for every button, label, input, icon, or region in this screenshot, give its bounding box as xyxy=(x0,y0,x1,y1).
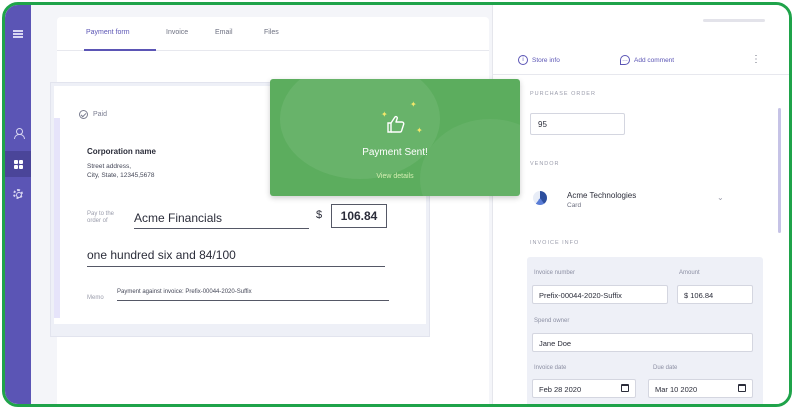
vendor-logo-icon xyxy=(533,191,547,205)
panel-scrollbar[interactable] xyxy=(778,108,781,233)
purchase-order-label: PURCHASE ORDER xyxy=(530,91,596,97)
payment-sent-toast: ✦ ✦ ✦ Payment Sent! View details xyxy=(270,79,520,196)
thumbs-up-icon xyxy=(387,115,405,133)
menu-icon xyxy=(13,30,23,38)
spend-owner-field[interactable]: Jane Doe xyxy=(532,333,753,352)
calendar-icon[interactable] xyxy=(738,384,746,392)
invoice-info-label: INVOICE INFO xyxy=(530,240,580,246)
vendor-payment-method: Card xyxy=(567,202,582,209)
invoice-date-field[interactable]: Feb 28 2020 xyxy=(532,379,636,398)
payee-name: Acme Financials xyxy=(134,211,309,229)
amount-label: Amount xyxy=(679,270,700,276)
tab-email[interactable]: Email xyxy=(215,29,233,36)
panel-top-button[interactable] xyxy=(703,19,765,22)
address-line-2: City, State, 12345,5678 xyxy=(87,172,155,179)
menu-button[interactable] xyxy=(5,21,31,47)
purchase-order-input[interactable]: 95 xyxy=(530,113,625,135)
panel-actions: i Store info … Add comment ⋮ xyxy=(493,50,789,70)
panel-divider xyxy=(493,74,789,75)
active-tab-indicator xyxy=(84,49,156,51)
invoice-number-label: Invoice number xyxy=(534,270,576,276)
gear-icon xyxy=(13,189,23,199)
check-amount: 106.84 xyxy=(331,204,387,228)
chevron-down-icon: ⌄ xyxy=(717,193,724,202)
settings-nav-button[interactable] xyxy=(5,181,31,207)
corporation-address: Street address, City, State, 12345,5678 xyxy=(87,162,227,180)
corporation-name: Corporation name xyxy=(87,147,156,156)
status-text: Paid xyxy=(93,111,108,118)
more-options-icon[interactable]: ⋮ xyxy=(751,54,761,65)
memo-text: Payment against invoice: Prefix-00044-20… xyxy=(117,289,389,301)
vendor-select[interactable]: Acme Technologies Card ⌄ xyxy=(523,184,753,214)
users-nav-button[interactable] xyxy=(5,120,31,146)
view-details-link[interactable]: View details xyxy=(270,173,520,180)
dashboard-nav-button[interactable] xyxy=(5,151,31,177)
address-line-1: Street address, xyxy=(87,163,132,170)
invoice-number-field[interactable]: Prefix-00044-2020-Suffix xyxy=(532,285,668,304)
info-icon: i xyxy=(518,55,528,65)
tab-payment-form[interactable]: Payment form xyxy=(86,29,130,36)
due-date-value: Mar 10 2020 xyxy=(655,385,698,394)
vendor-label: VENDOR xyxy=(530,161,560,167)
tab-bar: Payment form Invoice Email Files xyxy=(57,17,489,51)
toast-title: Payment Sent! xyxy=(362,147,428,158)
sparkle-icon: ✦ xyxy=(416,126,423,135)
pay-to-label: Pay to the order of xyxy=(87,211,115,224)
amount-in-words: one hundred six and 84/100 xyxy=(87,248,385,267)
tab-invoice[interactable]: Invoice xyxy=(166,29,188,36)
add-comment-button[interactable]: … Add comment xyxy=(620,55,674,65)
comment-icon: … xyxy=(620,55,630,65)
memo-label: Memo xyxy=(87,295,104,301)
add-comment-label: Add comment xyxy=(634,56,675,64)
amount-field[interactable]: $ 106.84 xyxy=(677,285,753,304)
check-circle-icon xyxy=(79,110,88,119)
grid-icon xyxy=(13,159,23,169)
vendor-name: Acme Technologies xyxy=(567,191,637,200)
invoice-info-card: Invoice number Prefix-00044-2020-Suffix … xyxy=(527,257,763,404)
store-info-label: Store info xyxy=(532,56,560,64)
currency-symbol: $ xyxy=(316,209,323,221)
details-panel: i Store info … Add comment ⋮ PURCHASE OR… xyxy=(492,5,789,404)
due-date-field[interactable]: Mar 10 2020 xyxy=(648,379,753,398)
check-accent-strip xyxy=(54,118,60,318)
status-badge: Paid xyxy=(79,110,107,119)
due-date-label: Due date xyxy=(653,365,678,371)
app-frame: Payment form Invoice Email Files Paid Co… xyxy=(2,2,792,407)
invoice-date-label: Invoice date xyxy=(534,365,567,371)
invoice-date-value: Feb 28 2020 xyxy=(539,385,582,394)
store-info-button[interactable]: i Store info xyxy=(518,55,560,65)
user-icon xyxy=(13,128,25,139)
spend-owner-label: Spend owner xyxy=(534,318,570,324)
left-rail xyxy=(5,5,31,404)
tab-files[interactable]: Files xyxy=(264,29,279,36)
calendar-icon[interactable] xyxy=(621,384,629,392)
sparkle-icon: ✦ xyxy=(410,100,417,109)
